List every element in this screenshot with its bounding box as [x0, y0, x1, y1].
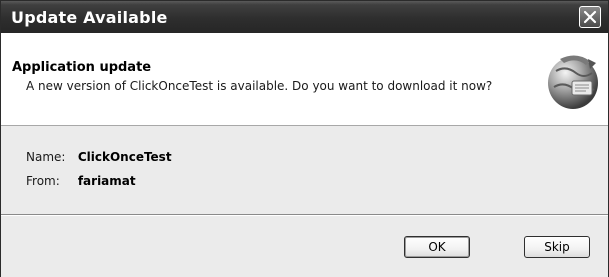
from-label: From: [26, 174, 60, 188]
name-value: ClickOnceTest [77, 150, 172, 164]
close-icon [583, 10, 597, 24]
skip-button[interactable]: Skip [524, 236, 590, 258]
from-row: From: fariamat [26, 174, 136, 188]
window-title: Update Available [11, 8, 168, 27]
update-dialog: Update Available Application update A ne… [0, 0, 609, 277]
header-description: A new version of ClickOnceTest is availa… [26, 79, 493, 93]
name-row: Name: ClickOnceTest [26, 150, 172, 164]
info-panel: Name: ClickOnceTest From: fariamat [1, 126, 608, 215]
close-button[interactable] [579, 6, 601, 28]
header-title: Application update [12, 60, 152, 75]
ok-button[interactable]: OK [404, 236, 470, 258]
name-label: Name: [26, 150, 66, 164]
header-panel: Application update A new version of Clic… [1, 33, 608, 126]
title-bar[interactable]: Update Available [1, 1, 608, 33]
from-value: fariamat [77, 174, 136, 188]
globe-update-icon [548, 55, 598, 109]
button-bar: OK Skip [1, 215, 608, 277]
